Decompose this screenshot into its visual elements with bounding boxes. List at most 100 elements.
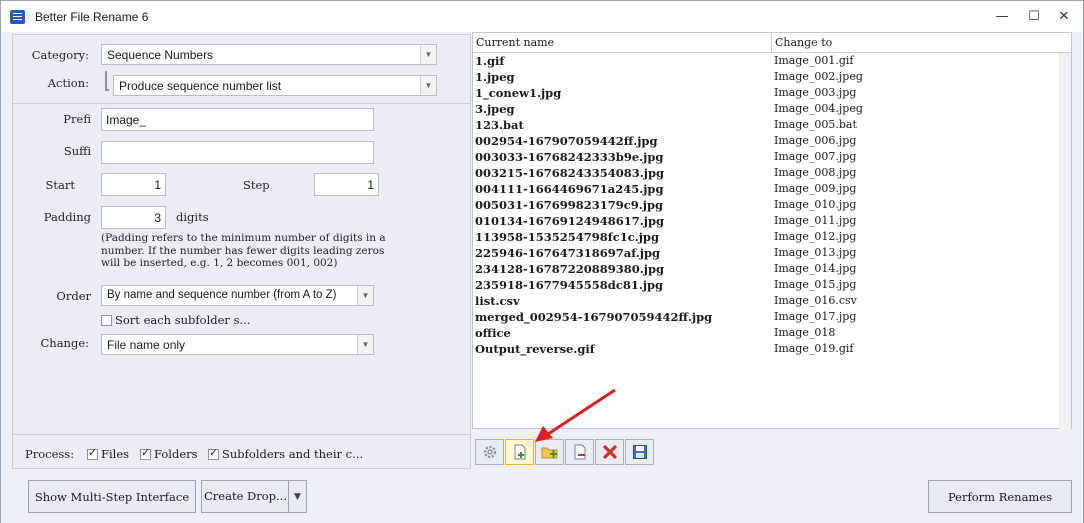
table-row[interactable]: Output_reverse.gif Image_019.gif bbox=[473, 342, 1071, 358]
chevron-down-icon: ▼ bbox=[420, 76, 436, 95]
column-divider[interactable] bbox=[771, 33, 772, 53]
files-checkbox[interactable]: Files bbox=[87, 446, 129, 461]
change-to-cell: Image_001.gif bbox=[774, 54, 854, 67]
table-row[interactable]: 235918-1677945558dc81.jpg Image_015.jpg bbox=[473, 278, 1071, 294]
perform-renames-button[interactable]: Perform Renames bbox=[928, 480, 1072, 513]
category-label: Category: bbox=[31, 48, 89, 62]
start-input[interactable]: 1 bbox=[101, 173, 166, 196]
column-header-change[interactable]: Change to bbox=[775, 36, 832, 49]
change-dropdown[interactable]: File name only ▼ bbox=[101, 334, 374, 355]
current-name-cell: office bbox=[475, 326, 511, 340]
current-name-cell: 1.jpeg bbox=[475, 70, 515, 84]
minimize-button[interactable]: — bbox=[987, 5, 1017, 27]
current-name-cell: 235918-1677945558dc81.jpg bbox=[475, 278, 664, 292]
annotation-arrow-icon bbox=[535, 388, 616, 442]
table-header: Current name Change to bbox=[473, 33, 1071, 53]
current-name-cell: 005031-167699823179c9.jpg bbox=[475, 198, 664, 212]
file-rows: 1.gif Image_001.gif 1.jpeg Image_002.jpeg 1_… bbox=[473, 54, 1071, 358]
change-to-cell: Image_018 bbox=[774, 326, 836, 339]
order-dropdown[interactable]: By name and sequence number (from A to Z… bbox=[101, 285, 374, 306]
checkbox-box[interactable] bbox=[101, 314, 112, 326]
maximize-button[interactable]: ☐ bbox=[1019, 5, 1049, 27]
divider bbox=[13, 103, 470, 104]
window-title: Better File Rename 6 bbox=[35, 10, 149, 24]
gear-icon bbox=[483, 445, 496, 459]
table-row[interactable]: 003215-16768243354083.jpg Image_008.jpg bbox=[473, 166, 1071, 182]
change-to-cell: Image_011.jpg bbox=[774, 214, 857, 227]
current-name-cell: merged_002954-167907059442ff.jpg bbox=[475, 310, 713, 324]
current-name-cell: 123.bat bbox=[475, 118, 524, 132]
table-row[interactable]: 005031-167699823179c9.jpg Image_010.jpg bbox=[473, 198, 1071, 214]
subfolders-checkbox[interactable]: Subfolders and their c... bbox=[208, 446, 364, 461]
table-row[interactable]: 234128-16787220889380.jpg Image_014.jpg bbox=[473, 262, 1071, 278]
change-to-cell: Image_006.jpg bbox=[774, 134, 857, 147]
add-folder-icon bbox=[541, 447, 557, 459]
add-files-button[interactable] bbox=[505, 439, 534, 465]
step-input[interactable]: 1 bbox=[314, 173, 379, 196]
current-name-cell: 1.gif bbox=[475, 54, 505, 68]
change-to-cell: Image_004.jpeg bbox=[774, 102, 863, 115]
current-name-cell: list.csv bbox=[475, 294, 520, 308]
order-value: By name and sequence number (from A to Z… bbox=[107, 289, 337, 301]
app-window: Better File Rename 6 — ☐ ✕ Category: Seq… bbox=[0, 0, 1084, 523]
process-label: Process: bbox=[25, 447, 75, 461]
table-row[interactable]: 1_conew1.jpg Image_003.jpg bbox=[473, 86, 1071, 102]
table-row[interactable]: merged_002954-167907059442ff.jpg Image_01… bbox=[473, 310, 1071, 326]
clear-icon bbox=[602, 445, 617, 459]
table-row[interactable]: 002954-167907059442ff.jpg Image_006.jpg bbox=[473, 134, 1071, 150]
current-name-cell: 113958-1535254798fc1c.jpg bbox=[475, 230, 659, 244]
table-row[interactable]: 1.jpeg Image_002.jpeg bbox=[473, 70, 1071, 86]
order-label: Order bbox=[56, 289, 91, 303]
save-icon bbox=[632, 445, 647, 459]
column-header-current[interactable]: Current name bbox=[476, 36, 554, 49]
save-list-button[interactable] bbox=[625, 439, 654, 465]
vertical-scrollbar[interactable] bbox=[1059, 53, 1071, 429]
table-row[interactable]: 3.jpeg Image_004.jpeg bbox=[473, 102, 1071, 118]
action-dropdown[interactable]: Produce sequence number list ▼ bbox=[113, 75, 437, 96]
create-drop-label: Create Drop... bbox=[203, 481, 289, 512]
chevron-down-icon: ▼ bbox=[357, 286, 373, 305]
change-to-cell: Image_003.jpg bbox=[774, 86, 857, 99]
file-list-panel: Current name Change to 1.gif Image_001.gi… bbox=[472, 32, 1072, 429]
current-name-cell: 004111-1664469671a245.jpg bbox=[475, 182, 664, 196]
checkbox-box[interactable] bbox=[87, 446, 98, 460]
create-drop-button[interactable]: Create Drop... ▼ bbox=[201, 480, 307, 513]
table-row[interactable]: 225946-167647318697af.jpg Image_013.jpg bbox=[473, 246, 1071, 262]
table-row[interactable]: 123.bat Image_005.bat bbox=[473, 118, 1071, 134]
prefix-input[interactable]: Image_ bbox=[101, 108, 374, 131]
change-to-cell: Image_008.jpg bbox=[774, 166, 857, 179]
table-row[interactable]: office Image_018 bbox=[473, 326, 1071, 342]
bottom-bar: Show Multi-Step Interface Create Drop...… bbox=[1, 471, 1083, 523]
prefix-label: Prefi bbox=[63, 112, 91, 126]
multi-step-button[interactable]: Show Multi-Step Interface bbox=[28, 480, 196, 513]
divider bbox=[13, 434, 470, 435]
category-dropdown[interactable]: Sequence Numbers ▼ bbox=[101, 44, 437, 65]
change-to-cell: Image_007.jpg bbox=[774, 150, 857, 163]
current-name-cell: Output_reverse.gif bbox=[475, 342, 595, 356]
table-row[interactable]: 003033-16768242333b9e.jpg Image_007.jpg bbox=[473, 150, 1071, 166]
close-button[interactable]: ✕ bbox=[1049, 5, 1079, 27]
subfolders-label: Subfolders and their c... bbox=[222, 447, 364, 461]
current-name-cell: 234128-16787220889380.jpg bbox=[475, 262, 665, 276]
start-label: Start bbox=[45, 178, 75, 192]
padding-note: (Padding refers to the minimum number of… bbox=[101, 232, 386, 269]
change-to-cell: Image_005.bat bbox=[774, 118, 857, 131]
chevron-down-icon[interactable]: ▼ bbox=[289, 492, 306, 502]
suffix-input[interactable] bbox=[101, 141, 374, 164]
sort-subfolder-checkbox[interactable]: Sort each subfolder s... bbox=[101, 313, 250, 327]
folders-checkbox[interactable]: Folders bbox=[140, 446, 198, 461]
change-value: File name only bbox=[107, 338, 186, 352]
action-label: Action: bbox=[47, 76, 89, 90]
change-to-cell: Image_010.jpg bbox=[774, 198, 857, 211]
current-name-cell: 3.jpeg bbox=[475, 102, 515, 116]
checkbox-box[interactable] bbox=[140, 446, 151, 460]
table-row[interactable]: 113958-1535254798fc1c.jpg Image_012.jpg bbox=[473, 230, 1071, 246]
table-row[interactable]: 004111-1664469671a245.jpg Image_009.jpg bbox=[473, 182, 1071, 198]
settings-button[interactable] bbox=[475, 439, 504, 465]
checkbox-box[interactable] bbox=[208, 446, 219, 460]
change-to-cell: Image_014.jpg bbox=[774, 262, 857, 275]
padding-input[interactable]: 3 bbox=[101, 206, 166, 229]
table-row[interactable]: 1.gif Image_001.gif bbox=[473, 54, 1071, 70]
table-row[interactable]: 010134-16769124948617.jpg Image_011.jpg bbox=[473, 214, 1071, 230]
table-row[interactable]: list.csv Image_016.csv bbox=[473, 294, 1071, 310]
